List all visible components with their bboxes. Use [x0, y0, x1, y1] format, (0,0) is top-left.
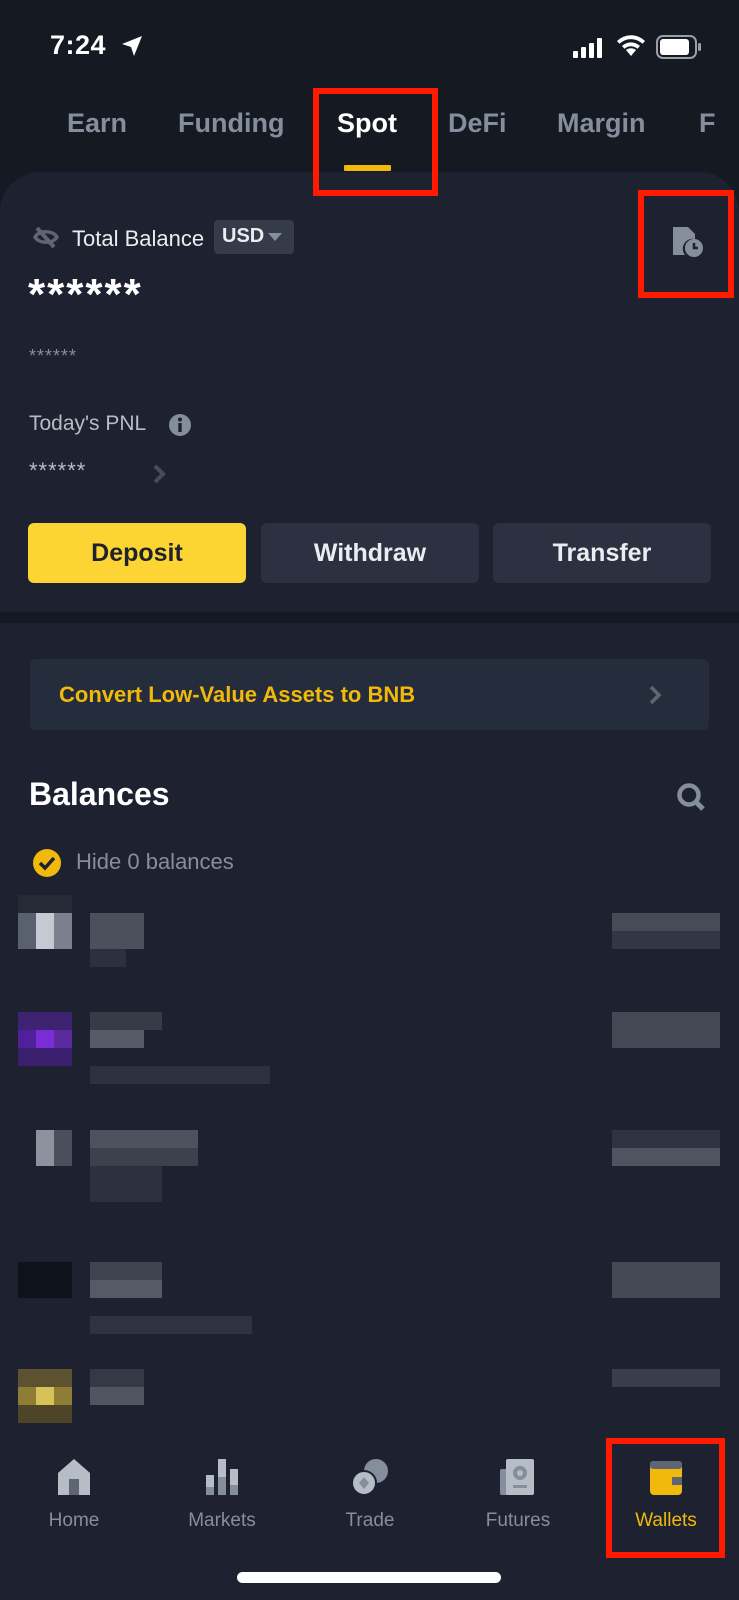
asset-icon-obscured [36, 913, 54, 949]
wifi-icon [617, 35, 645, 56]
currency-selector[interactable]: USD [214, 220, 294, 254]
obscured-pixel [18, 895, 72, 913]
asset-icon-obscured [36, 1030, 54, 1048]
obscured-pixel [18, 913, 36, 949]
obscured-pixel [90, 1148, 198, 1166]
wallet-icon [650, 1461, 682, 1495]
nav-wallets[interactable]: Wallets [592, 1440, 739, 1540]
active-tab-indicator [344, 165, 391, 171]
obscured-pixel [90, 949, 126, 967]
asset-name-obscured [90, 1130, 198, 1148]
hide-zero-balances-checkbox[interactable] [32, 848, 62, 878]
status-bar: 7:24 [0, 0, 739, 90]
chevron-right-icon[interactable] [151, 463, 167, 485]
asset-name-obscured [90, 913, 144, 949]
search-icon[interactable] [676, 782, 706, 812]
nav-label: Wallets [635, 1510, 697, 1531]
obscured-pixel [18, 1369, 72, 1387]
tab-earn[interactable]: Earn [67, 108, 127, 139]
trade-coins-icon [351, 1459, 388, 1496]
section-divider [0, 612, 739, 623]
nav-trade[interactable]: Trade [296, 1440, 444, 1540]
obscured-pixel [54, 913, 72, 949]
asset-amount-obscured [612, 913, 720, 931]
pnl-label: Today's PNL [29, 412, 147, 435]
battery-icon [656, 35, 701, 59]
asset-icon-obscured [36, 1387, 54, 1405]
asset-icon-obscured [18, 1262, 72, 1298]
obscured-pixel [18, 1030, 36, 1048]
nav-label: Home [48, 1510, 100, 1531]
currency-value: USD [222, 225, 265, 247]
asset-name-obscured [90, 1030, 144, 1048]
caret-down-icon [268, 233, 282, 241]
chevron-right-icon [649, 685, 662, 705]
home-icon [58, 1459, 90, 1495]
home-indicator[interactable] [237, 1572, 501, 1583]
obscured-pixel [18, 1012, 72, 1030]
info-icon[interactable] [168, 413, 192, 437]
total-balance-value: ****** [28, 270, 143, 319]
hide-zero-balances-label: Hide 0 balances [76, 849, 234, 874]
asset-icon-obscured [36, 1130, 54, 1166]
asset-subtitle-obscured [90, 1316, 252, 1334]
asset-amount-obscured [612, 1012, 720, 1048]
obscured-pixel [18, 1387, 36, 1405]
obscured-pixel [18, 1048, 72, 1066]
asset-name-obscured [90, 1280, 162, 1298]
tab-defi[interactable]: DeFi [448, 108, 507, 139]
obscured-pixel [90, 1262, 162, 1280]
tab-margin[interactable]: Margin [557, 108, 646, 139]
nav-home[interactable]: Home [0, 1440, 148, 1540]
asset-amount-obscured [612, 1369, 720, 1387]
nav-markets[interactable]: Markets [148, 1440, 296, 1540]
nav-label: Futures [485, 1510, 551, 1531]
withdraw-button[interactable]: Withdraw [261, 523, 479, 583]
deposit-button[interactable]: Deposit [28, 523, 246, 583]
asset-subtitle-obscured [90, 1166, 162, 1202]
asset-row[interactable] [0, 1130, 739, 1240]
markets-bar-chart-icon [206, 1459, 238, 1495]
tab-funding[interactable]: Funding [178, 108, 284, 139]
tab-spot[interactable]: Spot [337, 108, 397, 139]
asset-amount-obscured [612, 1262, 720, 1298]
asset-row[interactable] [0, 1262, 739, 1372]
asset-name-obscured [90, 1387, 144, 1405]
balance-secondary-value: ****** [29, 346, 78, 366]
obscured-pixel [612, 931, 720, 949]
total-balance-label: Total Balance [72, 226, 205, 251]
status-time: 7:24 [50, 30, 107, 60]
obscured-pixel [54, 1387, 72, 1405]
balances-title: Balances [29, 776, 170, 812]
convert-banner-text: Convert Low-Value Assets to BNB [59, 682, 416, 707]
nav-futures[interactable]: Futures [444, 1440, 592, 1540]
cellular-signal-icon [573, 38, 602, 58]
eye-slash-icon[interactable] [32, 225, 60, 249]
asset-row[interactable] [0, 895, 739, 1005]
nav-label: Markets [188, 1510, 256, 1531]
tab-futures-partial[interactable]: F [699, 108, 716, 139]
asset-row[interactable] [0, 1012, 739, 1122]
pnl-value: ****** [29, 458, 87, 483]
obscured-pixel [54, 1030, 72, 1048]
location-arrow-icon [122, 36, 142, 56]
obscured-pixel [54, 1130, 72, 1166]
futures-document-icon [500, 1459, 534, 1495]
obscured-pixel [18, 1405, 72, 1423]
asset-amount-obscured [612, 1148, 720, 1166]
obscured-pixel [90, 1369, 144, 1387]
convert-low-value-banner[interactable]: Convert Low-Value Assets to BNB [30, 659, 709, 730]
obscured-pixel [612, 1130, 720, 1148]
document-clock-icon[interactable] [671, 225, 705, 259]
obscured-pixel [90, 1012, 162, 1030]
transfer-button[interactable]: Transfer [493, 523, 711, 583]
wallet-tabs: Earn Funding Spot DeFi Margin F [0, 108, 739, 168]
nav-label: Trade [345, 1510, 395, 1531]
asset-subtitle-obscured [90, 1066, 270, 1084]
